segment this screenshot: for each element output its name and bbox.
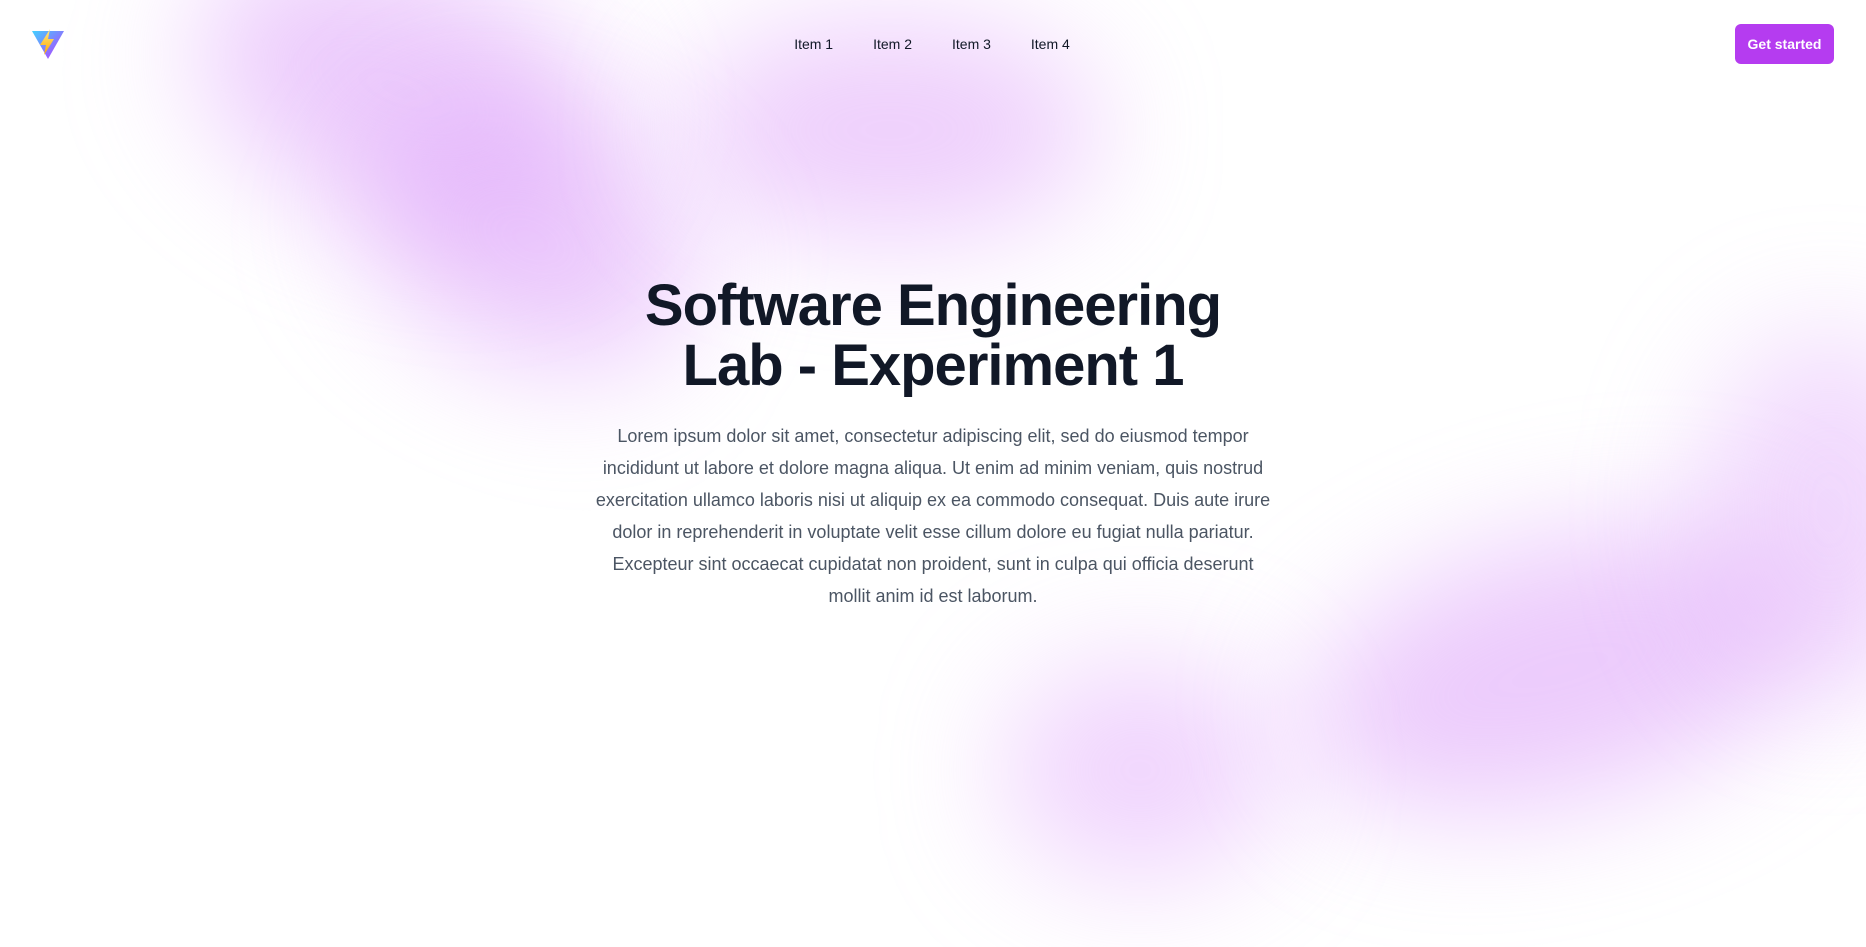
title-line-2: Lab - Experiment 1 bbox=[682, 333, 1185, 398]
hero-description: Lorem ipsum dolor sit amet, consectetur … bbox=[595, 426, 1271, 606]
page-title: Software Engineering Lab - Experiment 1 bbox=[583, 276, 1283, 396]
nav-item-2[interactable]: Item 2 bbox=[873, 34, 912, 54]
nav-item-3[interactable]: Item 3 bbox=[952, 34, 991, 54]
get-started-button[interactable]: Get started bbox=[1735, 24, 1834, 64]
title-line-1: Software Engineering bbox=[644, 273, 1222, 338]
hero-section: Software Engineering Lab - Experiment 1 … bbox=[0, 276, 1866, 612]
background-blob bbox=[1000, 660, 1280, 880]
nav-item-1[interactable]: Item 1 bbox=[794, 34, 833, 54]
nav-item-4[interactable]: Item 4 bbox=[1031, 34, 1070, 54]
top-navigation: Item 1 Item 2 Item 3 Item 4 Get started bbox=[0, 0, 1866, 88]
landing-page: Item 1 Item 2 Item 3 Item 4 Get started … bbox=[0, 0, 1866, 947]
nav-menu: Item 1 Item 2 Item 3 Item 4 bbox=[0, 34, 1866, 54]
